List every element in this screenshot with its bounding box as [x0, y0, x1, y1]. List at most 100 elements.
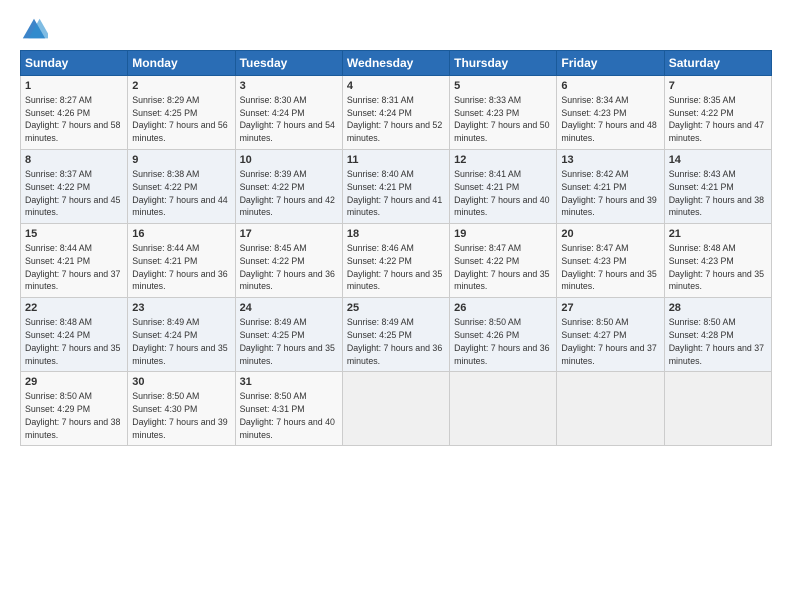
logo [20, 16, 52, 44]
day-number: 2 [132, 79, 230, 94]
day-header-wednesday: Wednesday [342, 51, 449, 76]
day-cell: 24Sunrise: 8:49 AMSunset: 4:25 PMDayligh… [235, 298, 342, 372]
day-info: Sunrise: 8:50 AMSunset: 4:29 PMDaylight:… [25, 391, 120, 439]
day-info: Sunrise: 8:48 AMSunset: 4:24 PMDaylight:… [25, 317, 120, 365]
calendar-table: SundayMondayTuesdayWednesdayThursdayFrid… [20, 50, 772, 446]
day-number: 13 [561, 153, 659, 168]
day-info: Sunrise: 8:39 AMSunset: 4:22 PMDaylight:… [240, 169, 335, 217]
day-number: 18 [347, 227, 445, 242]
day-info: Sunrise: 8:38 AMSunset: 4:22 PMDaylight:… [132, 169, 227, 217]
calendar-body: 1Sunrise: 8:27 AMSunset: 4:26 PMDaylight… [21, 76, 772, 446]
day-info: Sunrise: 8:42 AMSunset: 4:21 PMDaylight:… [561, 169, 656, 217]
day-cell: 13Sunrise: 8:42 AMSunset: 4:21 PMDayligh… [557, 150, 664, 224]
day-number: 28 [669, 301, 767, 316]
header [20, 16, 772, 44]
day-number: 26 [454, 301, 552, 316]
day-cell: 23Sunrise: 8:49 AMSunset: 4:24 PMDayligh… [128, 298, 235, 372]
day-header-thursday: Thursday [450, 51, 557, 76]
day-number: 14 [669, 153, 767, 168]
day-cell: 29Sunrise: 8:50 AMSunset: 4:29 PMDayligh… [21, 372, 128, 446]
day-info: Sunrise: 8:50 AMSunset: 4:31 PMDaylight:… [240, 391, 335, 439]
day-cell: 26Sunrise: 8:50 AMSunset: 4:26 PMDayligh… [450, 298, 557, 372]
day-cell: 28Sunrise: 8:50 AMSunset: 4:28 PMDayligh… [664, 298, 771, 372]
week-row-1: 1Sunrise: 8:27 AMSunset: 4:26 PMDaylight… [21, 76, 772, 150]
day-info: Sunrise: 8:44 AMSunset: 4:21 PMDaylight:… [132, 243, 227, 291]
week-row-5: 29Sunrise: 8:50 AMSunset: 4:29 PMDayligh… [21, 372, 772, 446]
day-number: 3 [240, 79, 338, 94]
day-number: 17 [240, 227, 338, 242]
day-info: Sunrise: 8:49 AMSunset: 4:25 PMDaylight:… [240, 317, 335, 365]
day-number: 20 [561, 227, 659, 242]
day-number: 31 [240, 375, 338, 390]
day-info: Sunrise: 8:27 AMSunset: 4:26 PMDaylight:… [25, 95, 120, 143]
day-info: Sunrise: 8:46 AMSunset: 4:22 PMDaylight:… [347, 243, 442, 291]
day-cell: 7Sunrise: 8:35 AMSunset: 4:22 PMDaylight… [664, 76, 771, 150]
week-row-2: 8Sunrise: 8:37 AMSunset: 4:22 PMDaylight… [21, 150, 772, 224]
day-number: 23 [132, 301, 230, 316]
day-header-tuesday: Tuesday [235, 51, 342, 76]
day-number: 30 [132, 375, 230, 390]
day-info: Sunrise: 8:41 AMSunset: 4:21 PMDaylight:… [454, 169, 549, 217]
day-info: Sunrise: 8:44 AMSunset: 4:21 PMDaylight:… [25, 243, 120, 291]
day-info: Sunrise: 8:33 AMSunset: 4:23 PMDaylight:… [454, 95, 549, 143]
day-cell: 8Sunrise: 8:37 AMSunset: 4:22 PMDaylight… [21, 150, 128, 224]
day-cell: 27Sunrise: 8:50 AMSunset: 4:27 PMDayligh… [557, 298, 664, 372]
day-header-friday: Friday [557, 51, 664, 76]
day-number: 8 [25, 153, 123, 168]
day-number: 15 [25, 227, 123, 242]
day-cell [664, 372, 771, 446]
day-cell: 16Sunrise: 8:44 AMSunset: 4:21 PMDayligh… [128, 224, 235, 298]
day-number: 7 [669, 79, 767, 94]
day-cell: 25Sunrise: 8:49 AMSunset: 4:25 PMDayligh… [342, 298, 449, 372]
day-info: Sunrise: 8:50 AMSunset: 4:30 PMDaylight:… [132, 391, 227, 439]
day-info: Sunrise: 8:34 AMSunset: 4:23 PMDaylight:… [561, 95, 656, 143]
day-cell: 15Sunrise: 8:44 AMSunset: 4:21 PMDayligh… [21, 224, 128, 298]
day-cell: 3Sunrise: 8:30 AMSunset: 4:24 PMDaylight… [235, 76, 342, 150]
day-cell: 22Sunrise: 8:48 AMSunset: 4:24 PMDayligh… [21, 298, 128, 372]
day-cell: 4Sunrise: 8:31 AMSunset: 4:24 PMDaylight… [342, 76, 449, 150]
day-info: Sunrise: 8:37 AMSunset: 4:22 PMDaylight:… [25, 169, 120, 217]
day-header-saturday: Saturday [664, 51, 771, 76]
day-number: 11 [347, 153, 445, 168]
day-number: 22 [25, 301, 123, 316]
day-number: 16 [132, 227, 230, 242]
day-cell: 2Sunrise: 8:29 AMSunset: 4:25 PMDaylight… [128, 76, 235, 150]
day-cell: 11Sunrise: 8:40 AMSunset: 4:21 PMDayligh… [342, 150, 449, 224]
day-info: Sunrise: 8:31 AMSunset: 4:24 PMDaylight:… [347, 95, 442, 143]
day-info: Sunrise: 8:40 AMSunset: 4:21 PMDaylight:… [347, 169, 442, 217]
week-row-4: 22Sunrise: 8:48 AMSunset: 4:24 PMDayligh… [21, 298, 772, 372]
day-cell: 21Sunrise: 8:48 AMSunset: 4:23 PMDayligh… [664, 224, 771, 298]
day-cell [450, 372, 557, 446]
day-number: 25 [347, 301, 445, 316]
day-number: 4 [347, 79, 445, 94]
day-info: Sunrise: 8:49 AMSunset: 4:25 PMDaylight:… [347, 317, 442, 365]
day-cell: 20Sunrise: 8:47 AMSunset: 4:23 PMDayligh… [557, 224, 664, 298]
day-cell: 9Sunrise: 8:38 AMSunset: 4:22 PMDaylight… [128, 150, 235, 224]
day-info: Sunrise: 8:47 AMSunset: 4:22 PMDaylight:… [454, 243, 549, 291]
day-cell: 5Sunrise: 8:33 AMSunset: 4:23 PMDaylight… [450, 76, 557, 150]
day-number: 19 [454, 227, 552, 242]
day-info: Sunrise: 8:50 AMSunset: 4:28 PMDaylight:… [669, 317, 764, 365]
day-cell [557, 372, 664, 446]
day-cell: 18Sunrise: 8:46 AMSunset: 4:22 PMDayligh… [342, 224, 449, 298]
day-number: 1 [25, 79, 123, 94]
day-info: Sunrise: 8:50 AMSunset: 4:26 PMDaylight:… [454, 317, 549, 365]
week-row-3: 15Sunrise: 8:44 AMSunset: 4:21 PMDayligh… [21, 224, 772, 298]
day-info: Sunrise: 8:47 AMSunset: 4:23 PMDaylight:… [561, 243, 656, 291]
day-cell: 19Sunrise: 8:47 AMSunset: 4:22 PMDayligh… [450, 224, 557, 298]
day-info: Sunrise: 8:29 AMSunset: 4:25 PMDaylight:… [132, 95, 227, 143]
day-info: Sunrise: 8:43 AMSunset: 4:21 PMDaylight:… [669, 169, 764, 217]
day-cell: 12Sunrise: 8:41 AMSunset: 4:21 PMDayligh… [450, 150, 557, 224]
day-number: 6 [561, 79, 659, 94]
day-info: Sunrise: 8:49 AMSunset: 4:24 PMDaylight:… [132, 317, 227, 365]
day-number: 29 [25, 375, 123, 390]
day-cell: 14Sunrise: 8:43 AMSunset: 4:21 PMDayligh… [664, 150, 771, 224]
calendar-header: SundayMondayTuesdayWednesdayThursdayFrid… [21, 51, 772, 76]
day-cell: 1Sunrise: 8:27 AMSunset: 4:26 PMDaylight… [21, 76, 128, 150]
day-cell: 17Sunrise: 8:45 AMSunset: 4:22 PMDayligh… [235, 224, 342, 298]
day-info: Sunrise: 8:48 AMSunset: 4:23 PMDaylight:… [669, 243, 764, 291]
day-number: 27 [561, 301, 659, 316]
day-cell: 30Sunrise: 8:50 AMSunset: 4:30 PMDayligh… [128, 372, 235, 446]
day-number: 10 [240, 153, 338, 168]
day-cell: 10Sunrise: 8:39 AMSunset: 4:22 PMDayligh… [235, 150, 342, 224]
